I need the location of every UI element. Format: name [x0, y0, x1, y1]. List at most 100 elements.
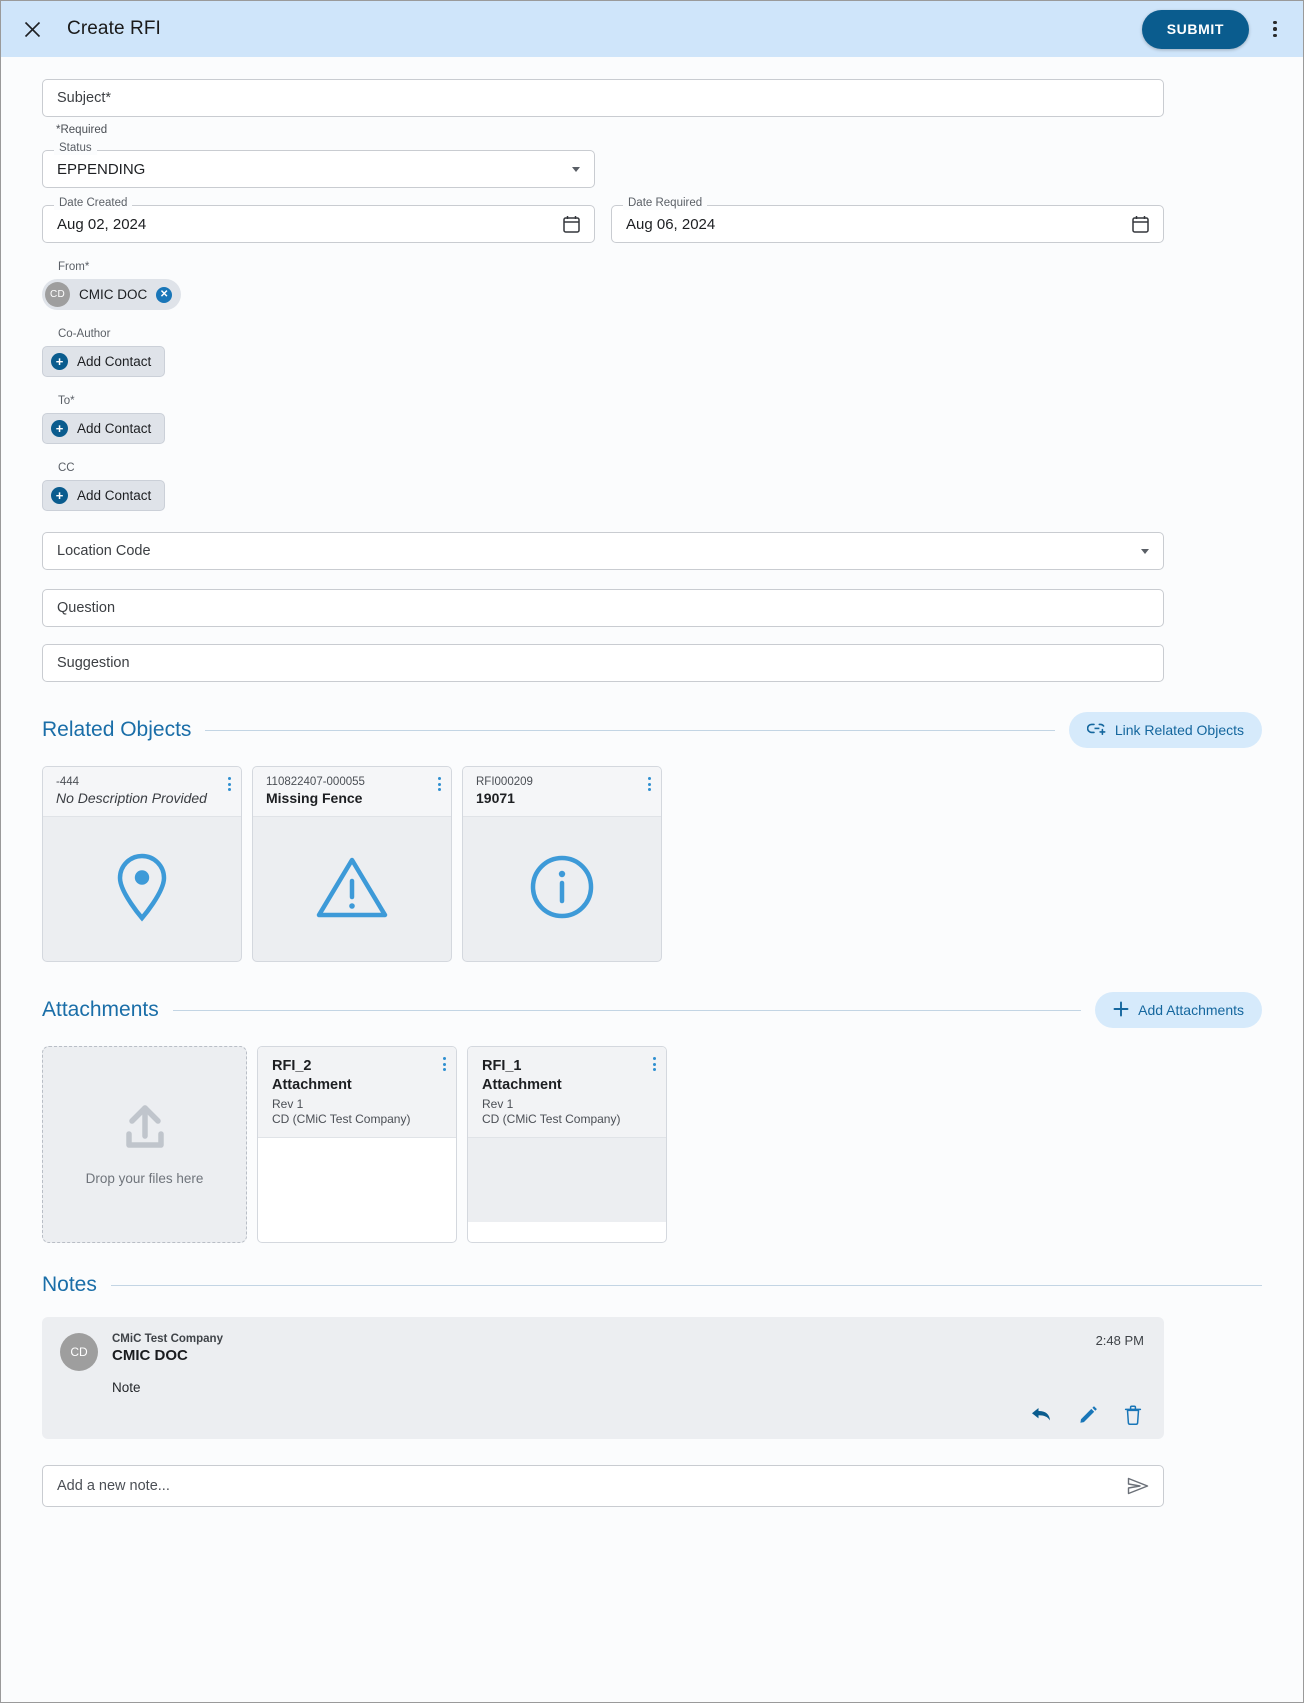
card-body	[43, 817, 241, 961]
attachment-rev: Rev 1	[482, 1097, 514, 1112]
status-label: Status	[54, 142, 97, 155]
info-circle-icon	[528, 853, 596, 926]
link-related-objects-button[interactable]: Link Related Objects	[1068, 712, 1262, 748]
new-note-input[interactable]: Add a new note...	[42, 1465, 1164, 1507]
dialog-body: Subject* *Required Status EPPENDING Date…	[1, 57, 1303, 1507]
co-author-group: Co-Author + Add Contact	[42, 328, 1262, 377]
calendar-icon[interactable]	[1132, 215, 1149, 233]
location-pin-icon	[113, 852, 171, 927]
attachment-card[interactable]: RFI_2 Attachment Rev 1 CD (CMiC Test Com…	[257, 1046, 457, 1243]
dropzone-text: Drop your files here	[85, 1170, 204, 1186]
card-header: -444 No Description Provided	[43, 767, 241, 817]
status-value: EPPENDING	[57, 160, 146, 178]
from-label: From*	[58, 261, 90, 273]
required-note: *Required	[56, 124, 108, 136]
attachment-owner: CD (CMiC Test Company)	[272, 1112, 411, 1127]
attachment-header: RFI_2 Attachment Rev 1 CD (CMiC Test Com…	[258, 1047, 456, 1139]
status-select[interactable]: Status EPPENDING	[42, 142, 595, 188]
upload-icon	[121, 1104, 169, 1155]
note-author: CMIC DOC	[112, 1347, 188, 1364]
question-placeholder: Question	[57, 600, 116, 616]
add-attachments-button[interactable]: Add Attachments	[1095, 992, 1262, 1028]
calendar-icon[interactable]	[563, 215, 580, 233]
file-dropzone[interactable]: Drop your files here	[42, 1046, 247, 1243]
more-vertical-icon[interactable]	[1261, 13, 1289, 45]
dialog-header: Create RFI SUBMIT	[1, 1, 1303, 57]
new-note-placeholder: Add a new note...	[57, 1478, 170, 1494]
add-contact-cc-button[interactable]: + Add Contact	[42, 480, 166, 511]
edit-icon[interactable]	[1078, 1405, 1098, 1425]
suggestion-field[interactable]: Suggestion	[42, 644, 1164, 682]
add-contact-to-button[interactable]: + Add Contact	[42, 413, 166, 444]
attachment-type: Attachment	[272, 1076, 352, 1093]
close-icon[interactable]	[19, 16, 45, 42]
submit-button[interactable]: SUBMIT	[1141, 9, 1249, 49]
question-field[interactable]: Question	[42, 589, 1164, 627]
plus-circle-icon: +	[51, 487, 68, 504]
attachments-title: Attachments	[42, 998, 159, 1021]
note-timestamp: 2:48 PM	[1095, 1333, 1144, 1348]
related-objects-cards: -444 No Description Provided 110822407-0…	[42, 766, 1262, 962]
notes-title: Notes	[42, 1273, 97, 1296]
attachment-preview	[468, 1138, 666, 1223]
note-company: CMiC Test Company	[112, 1333, 223, 1345]
add-attachments-label: Add Attachments	[1138, 1002, 1244, 1018]
plus-icon	[1113, 1001, 1129, 1020]
reply-icon[interactable]	[1030, 1405, 1052, 1425]
to-group: To* + Add Contact	[42, 395, 1262, 444]
attachment-name: RFI_1	[482, 1058, 522, 1074]
related-object-card[interactable]: 110822407-000055 Missing Fence	[252, 766, 452, 962]
date-created-field[interactable]: Date Created Aug 02, 2024	[42, 197, 595, 243]
cc-label: CC	[58, 462, 75, 474]
avatar: CD	[60, 1333, 98, 1371]
date-required-field[interactable]: Date Required Aug 06, 2024	[611, 197, 1164, 243]
related-objects-header: Related Objects Link Related Objects	[42, 712, 1262, 748]
attachment-type: Attachment	[482, 1076, 562, 1093]
divider	[205, 729, 1055, 731]
object-description: 19071	[476, 790, 515, 806]
co-author-label: Co-Author	[58, 328, 111, 340]
attachment-name: RFI_2	[272, 1058, 312, 1074]
to-label: To*	[58, 395, 75, 407]
object-code: -444	[56, 776, 80, 788]
divider	[110, 1284, 1262, 1286]
subject-field[interactable]: Subject*	[42, 79, 1164, 117]
send-icon[interactable]	[1127, 1477, 1149, 1495]
add-contact-label: Add Contact	[77, 354, 152, 369]
attachments-list: Drop your files here RFI_2 Attachment Re…	[42, 1046, 1262, 1243]
card-header: 110822407-000055 Missing Fence	[253, 767, 451, 817]
subject-placeholder: Subject*	[57, 90, 112, 106]
attachment-owner: CD (CMiC Test Company)	[482, 1112, 621, 1127]
attachment-header: RFI_1 Attachment Rev 1 CD (CMiC Test Com…	[468, 1047, 666, 1139]
attachment-rev: Rev 1	[272, 1097, 304, 1112]
date-required-value: Aug 06, 2024	[626, 215, 716, 233]
link-related-objects-label: Link Related Objects	[1114, 722, 1244, 738]
note-item: 2:48 PM CD CMiC Test Company CMIC DOC No…	[42, 1317, 1164, 1439]
related-object-card[interactable]: -444 No Description Provided	[42, 766, 242, 962]
delete-icon[interactable]	[1124, 1405, 1142, 1425]
link-add-icon	[1086, 721, 1106, 739]
related-objects-title: Related Objects	[42, 718, 192, 741]
related-object-card[interactable]: RFI000209 19071	[462, 766, 662, 962]
object-code: 110822407-000055	[266, 776, 365, 788]
more-vertical-icon[interactable]	[226, 775, 233, 793]
date-created-label: Date Created	[54, 197, 133, 210]
more-vertical-icon[interactable]	[436, 775, 443, 793]
location-code-select[interactable]: Location Code	[42, 532, 1164, 570]
more-vertical-icon[interactable]	[646, 775, 653, 793]
close-circle-icon[interactable]: ✕	[156, 286, 173, 303]
note-text: Note	[112, 1380, 141, 1395]
object-code: RFI000209	[476, 776, 533, 788]
more-vertical-icon[interactable]	[441, 1055, 448, 1073]
more-vertical-icon[interactable]	[651, 1055, 658, 1073]
add-contact-co-author-button[interactable]: + Add Contact	[42, 346, 166, 377]
note-author-row: CD CMiC Test Company CMIC DOC	[60, 1333, 1146, 1371]
chevron-down-icon	[1141, 548, 1149, 554]
card-body	[463, 817, 661, 961]
attachment-card[interactable]: RFI_1 Attachment Rev 1 CD (CMiC Test Com…	[467, 1046, 667, 1243]
suggestion-placeholder: Suggestion	[57, 655, 130, 671]
date-row: Date Created Aug 02, 2024 Date Required …	[42, 197, 1262, 243]
from-contact-chip[interactable]: CD CMIC DOC ✕	[42, 279, 182, 310]
note-action-row	[60, 1405, 1146, 1425]
warning-triangle-icon	[315, 854, 389, 925]
